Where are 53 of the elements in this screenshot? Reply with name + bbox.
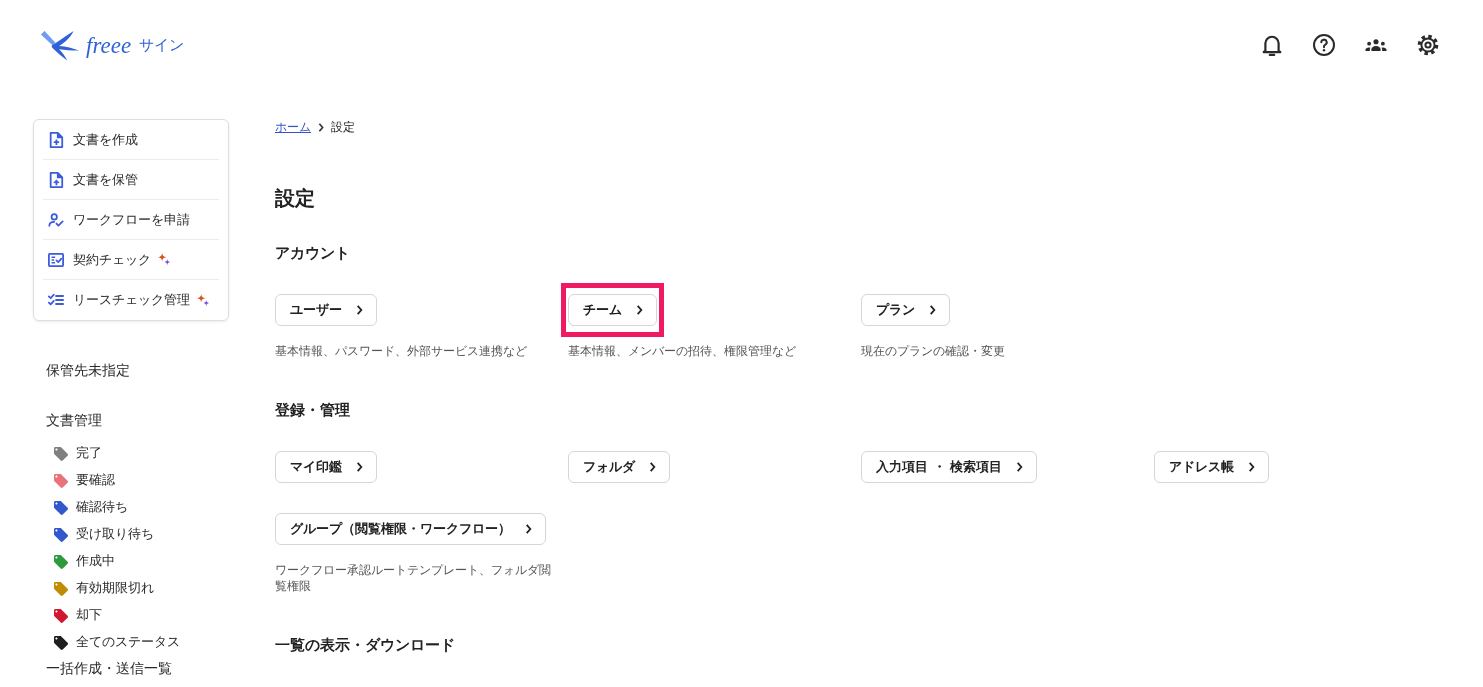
status-filter-link[interactable]: 作成中: [33, 548, 115, 575]
description-text: ワークフロー承認ルートテンプレート、フォルダ閲覧権限: [275, 562, 552, 594]
menu-item[interactable]: リースチェック管理: [43, 280, 219, 320]
bell-icon[interactable]: [1261, 34, 1283, 56]
logo-wordmark: freee: [86, 33, 132, 57]
status-filter-link[interactable]: 受け取り待ち: [33, 521, 154, 548]
sidebar-heading-link[interactable]: 保管先未指定: [33, 360, 130, 380]
breadcrumb-link[interactable]: ホーム: [275, 118, 311, 136]
chevron-icon: [636, 305, 643, 315]
chevron-icon: [318, 122, 324, 132]
chevron-icon: [649, 462, 656, 472]
document-plus-icon: [48, 131, 64, 148]
description-text: 基本情報、メンバーの招待、権限管理など: [568, 343, 796, 359]
section-heading: アカウント: [275, 244, 351, 263]
status-filter-link[interactable]: 要確認: [33, 467, 115, 494]
chevron-icon: [356, 462, 363, 472]
status-filter-link[interactable]: 完了: [33, 440, 102, 467]
person-check-icon: [48, 211, 64, 228]
settings-button[interactable]: フォルダ: [568, 451, 670, 483]
settings-button[interactable]: 入力項目 ・ 検索項目: [861, 451, 1038, 483]
chevron-icon: [1016, 462, 1024, 472]
settings-button[interactable]: ユーザー: [275, 294, 377, 326]
section-heading: 登録・管理: [275, 401, 351, 420]
status-filter-link[interactable]: 確認待ち: [33, 494, 128, 521]
settings-button[interactable]: チーム: [568, 294, 657, 326]
menu-item[interactable]: 契約チェック: [43, 240, 219, 280]
chevron-icon: [356, 305, 363, 315]
settings-button[interactable]: グループ（閲覧権限・ワークフロー）: [275, 513, 546, 545]
sidebar-heading-link[interactable]: 文書管理: [33, 410, 102, 430]
menu-item[interactable]: 文書を作成: [43, 120, 219, 160]
chevron-icon: [525, 524, 532, 534]
settings-button[interactable]: プラン: [861, 294, 950, 326]
menu-item[interactable]: ワークフローを申請: [43, 200, 219, 240]
checklist-icon: [48, 292, 64, 308]
section-heading: 一覧の表示・ダウンロード: [275, 636, 456, 655]
help-icon[interactable]: [1313, 34, 1335, 56]
document-arrow-icon: [48, 171, 64, 188]
settings-icon[interactable]: [1417, 34, 1439, 56]
status-filter-link[interactable]: 却下: [33, 602, 102, 629]
settings-button[interactable]: マイ印鑑: [275, 451, 377, 483]
page-title: 設定: [275, 185, 316, 212]
chevron-icon: [1248, 462, 1255, 472]
description-text: 現在のプランの確認・変更: [861, 343, 1005, 359]
breadcrumb-current: 設定: [331, 119, 355, 136]
status-filter-link[interactable]: 全てのステータス: [33, 629, 180, 656]
status-filter-link[interactable]: 有効期限切れ: [33, 575, 154, 602]
sidebar-heading-link[interactable]: 一括作成・送信一覧: [33, 659, 172, 677]
description-text: 基本情報、パスワード、外部サービス連携など: [275, 343, 527, 359]
settings-button[interactable]: アドレス帳: [1154, 451, 1269, 483]
chevron-icon: [929, 305, 936, 315]
checklist-box-icon: [48, 251, 64, 268]
menu-item[interactable]: 文書を保管: [43, 160, 219, 200]
product-name: サイン: [139, 37, 185, 53]
